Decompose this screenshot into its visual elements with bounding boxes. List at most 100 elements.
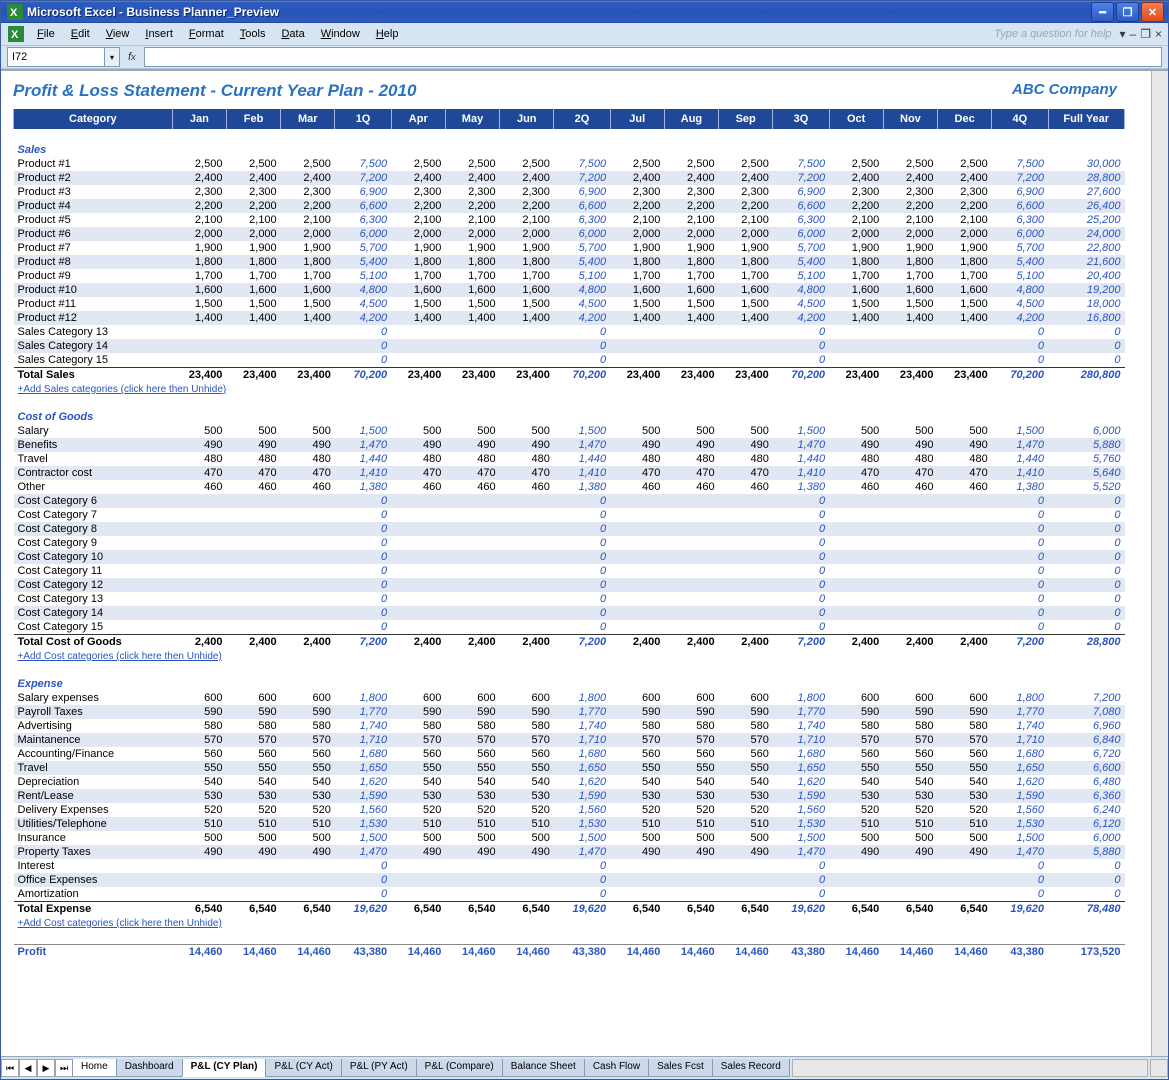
row-label: Property Taxes xyxy=(14,845,173,859)
row-label: Cost Category 7 xyxy=(14,508,173,522)
sheet-tab[interactable]: Sales Record xyxy=(712,1059,790,1077)
row-label: Contractor cost xyxy=(14,466,173,480)
row-label: Cost Category 11 xyxy=(14,564,173,578)
sheet-tab[interactable]: Dashboard xyxy=(116,1059,183,1077)
menu-file[interactable]: File xyxy=(29,26,63,42)
row-label: Product #3 xyxy=(14,185,173,199)
doc-restore-button[interactable]: ❐ xyxy=(1140,27,1151,41)
row-label: Product #9 xyxy=(14,269,173,283)
name-box[interactable]: I72 xyxy=(7,47,105,67)
row-label: Payroll Taxes xyxy=(14,705,173,719)
col-header: 3Q xyxy=(773,109,829,129)
col-header: Aug xyxy=(664,109,718,129)
row-label: Insurance xyxy=(14,831,173,845)
row-label: Office Expenses xyxy=(14,873,173,887)
menu-help[interactable]: Help xyxy=(368,26,407,42)
row-label: Depreciation xyxy=(14,775,173,789)
row-label: Product #1 xyxy=(14,157,173,171)
row-label: Maintanence xyxy=(14,733,173,747)
total-label: Total Cost of Goods xyxy=(14,635,173,650)
row-label: Product #6 xyxy=(14,227,173,241)
fx-icon[interactable]: fx xyxy=(128,51,136,63)
col-header: Category xyxy=(14,109,173,129)
svg-text:X: X xyxy=(11,29,19,41)
minimize-button[interactable]: ━ xyxy=(1091,2,1114,22)
vertical-scrollbar[interactable] xyxy=(1151,71,1168,1056)
row-label: Sales Category 13 xyxy=(14,325,173,339)
menu-window[interactable]: Window xyxy=(313,26,368,42)
total-label: Total Expense xyxy=(14,902,173,917)
row-label: Cost Category 6 xyxy=(14,494,173,508)
sheet-tab[interactable]: Sales Fcst xyxy=(648,1059,713,1077)
menu-view[interactable]: View xyxy=(98,26,138,42)
col-header: Jan xyxy=(172,109,226,129)
menu-edit[interactable]: Edit xyxy=(63,26,98,42)
menu-bar: X FileEditViewInsertFormatToolsDataWindo… xyxy=(1,23,1168,46)
scroll-corner xyxy=(1150,1059,1168,1077)
row-label: Advertising xyxy=(14,719,173,733)
col-header: Jul xyxy=(610,109,664,129)
doc-minimize-button[interactable]: – xyxy=(1130,27,1137,41)
horizontal-scrollbar[interactable] xyxy=(792,1059,1148,1077)
row-label: Amortization xyxy=(14,887,173,902)
section-header: Expense xyxy=(14,677,1125,691)
col-header: Oct xyxy=(829,109,883,129)
sheet-tab[interactable]: Balance Sheet xyxy=(502,1059,585,1077)
add-categories-link[interactable]: +Add Cost categories (click here then Un… xyxy=(18,651,222,662)
maximize-button[interactable]: ❐ xyxy=(1116,2,1139,22)
sheet-tab[interactable]: P&L (CY Act) xyxy=(265,1059,341,1077)
total-label: Total Sales xyxy=(14,368,173,383)
row-label: Sales Category 14 xyxy=(14,339,173,353)
row-label: Cost Category 13 xyxy=(14,592,173,606)
sheet-tab[interactable]: Cash Flow xyxy=(584,1059,649,1077)
section-header: Sales xyxy=(14,143,1125,157)
profit-label: Profit xyxy=(14,945,173,960)
row-label: Interest xyxy=(14,859,173,873)
col-header: May xyxy=(445,109,499,129)
worksheet-area[interactable]: Profit & Loss Statement - Current Year P… xyxy=(1,71,1151,1056)
row-label: Salary xyxy=(14,424,173,438)
menu-format[interactable]: Format xyxy=(181,26,232,42)
sheet-tab[interactable]: P&L (CY Plan) xyxy=(182,1059,267,1077)
row-label: Product #10 xyxy=(14,283,173,297)
tab-nav-first-icon[interactable]: ⏮ xyxy=(1,1059,19,1077)
row-label: Utilities/Telephone xyxy=(14,817,173,831)
tab-nav-prev-icon[interactable]: ◀ xyxy=(19,1059,37,1077)
window-title: Microsoft Excel - Business Planner_Previ… xyxy=(27,5,1091,19)
col-header: Full Year xyxy=(1048,109,1124,129)
tab-nav-next-icon[interactable]: ▶ xyxy=(37,1059,55,1077)
sheet-tab-bar: ⏮ ◀ ▶ ⏭ HomeDashboardP&L (CY Plan)P&L (C… xyxy=(1,1056,1168,1079)
tab-nav-last-icon[interactable]: ⏭ xyxy=(55,1059,73,1077)
company-name: ABC Company xyxy=(1012,81,1117,98)
close-button[interactable]: ✕ xyxy=(1141,2,1164,22)
sheet-tab[interactable]: P&L (PY Act) xyxy=(341,1059,417,1077)
col-header: Sep xyxy=(719,109,773,129)
name-box-dropdown-icon[interactable]: ▾ xyxy=(105,47,120,67)
menu-tools[interactable]: Tools xyxy=(232,26,274,42)
row-label: Product #11 xyxy=(14,297,173,311)
formula-input[interactable] xyxy=(144,47,1162,67)
excel-app-icon[interactable]: X xyxy=(7,25,25,43)
add-categories-link[interactable]: +Add Cost categories (click here then Un… xyxy=(18,918,222,929)
sheet-tab[interactable]: P&L (Compare) xyxy=(416,1059,503,1077)
report-title: Profit & Loss Statement - Current Year P… xyxy=(13,81,1147,101)
help-dropdown-icon[interactable]: ▾ xyxy=(1120,27,1126,41)
row-label: Cost Category 12 xyxy=(14,578,173,592)
help-search-input[interactable]: Type a question for help xyxy=(994,28,1111,40)
col-header: 2Q xyxy=(554,109,610,129)
row-label: Benefits xyxy=(14,438,173,452)
col-header: 4Q xyxy=(992,109,1048,129)
menu-insert[interactable]: Insert xyxy=(137,26,181,42)
sheet-tab[interactable]: Home xyxy=(72,1059,117,1077)
row-label: Cost Category 10 xyxy=(14,550,173,564)
add-categories-link[interactable]: +Add Sales categories (click here then U… xyxy=(18,384,227,395)
col-header: Jun xyxy=(500,109,554,129)
row-label: Rent/Lease xyxy=(14,789,173,803)
col-header: Feb xyxy=(226,109,280,129)
menu-data[interactable]: Data xyxy=(273,26,312,42)
doc-close-button[interactable]: × xyxy=(1155,27,1162,41)
row-label: Cost Category 14 xyxy=(14,606,173,620)
row-label: Product #8 xyxy=(14,255,173,269)
row-label: Travel xyxy=(14,452,173,466)
svg-text:X: X xyxy=(10,7,18,19)
